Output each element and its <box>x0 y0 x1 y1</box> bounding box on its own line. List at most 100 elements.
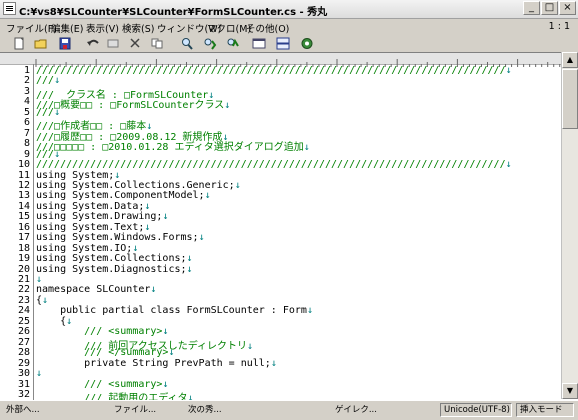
code-line[interactable]: ///↓ <box>36 149 60 160</box>
code-line[interactable]: using System.IO;↓ <box>36 243 138 254</box>
menu-macro[interactable]: マクロ(M) <box>207 21 251 35</box>
code-line[interactable]: {↓ <box>36 316 72 327</box>
code-text: public partial class FormSLCounter : For… <box>36 305 307 317</box>
new-file-icon[interactable] <box>12 37 26 50</box>
return-mark: ↓ <box>186 263 193 275</box>
line-number: 27 <box>17 336 30 348</box>
scroll-up-button[interactable]: ▲ <box>562 52 578 68</box>
return-mark: ↓ <box>54 106 61 118</box>
line-number: 6 <box>23 117 30 129</box>
code-text: using System; <box>36 169 115 181</box>
return-mark: ↓ <box>306 305 313 317</box>
code-line[interactable]: using System.Collections.Generic;↓ <box>36 180 241 191</box>
open-folder-icon[interactable] <box>34 37 48 50</box>
maximize-button[interactable]: □ <box>541 1 558 15</box>
code-line[interactable]: using System.Collections;↓ <box>36 253 193 264</box>
find-prev-icon[interactable] <box>226 37 240 50</box>
save-icon[interactable] <box>58 37 72 50</box>
code-line[interactable]: public partial class FormSLCounter : For… <box>36 305 313 316</box>
code-line[interactable]: namespace SLCounter↓ <box>36 284 156 295</box>
return-mark: ↓ <box>168 347 175 359</box>
code-text: using System.ComponentModel; <box>36 190 205 202</box>
status-grep[interactable]: ゲイレク... <box>335 403 377 415</box>
code-line[interactable]: using System.Text;↓ <box>36 222 150 233</box>
code-line[interactable]: ////////////////////////////////////////… <box>36 159 512 170</box>
line-number: 1 <box>23 65 30 76</box>
code-line[interactable]: using System.ComponentModel;↓ <box>36 190 211 201</box>
return-mark: ↓ <box>114 169 121 181</box>
menu-search[interactable]: 検索(S) <box>122 21 154 35</box>
minimize-button[interactable]: _ <box>523 1 540 15</box>
status-external[interactable]: 外部へ... <box>6 403 40 415</box>
code-line[interactable]: ///□概要□□ : □FormSLCounterクラス↓ <box>36 96 230 111</box>
close-button[interactable]: × <box>559 1 576 15</box>
redo-icon[interactable] <box>106 37 120 50</box>
code-line[interactable]: using System.Drawing;↓ <box>36 211 168 222</box>
cursor-position: 1 : 1 <box>548 21 570 32</box>
code-line[interactable]: private String PrevPath = null;↓ <box>36 358 277 369</box>
status-encoding[interactable]: Unicode(UTF-8) <box>440 403 512 417</box>
scroll-thumb[interactable] <box>562 69 578 129</box>
line-number: 15 <box>17 211 30 223</box>
find-icon[interactable] <box>180 37 194 50</box>
copy-icon[interactable] <box>150 37 164 50</box>
code-line[interactable]: /// <summary>↓ <box>36 379 168 390</box>
code-line[interactable]: using System;↓ <box>36 170 120 181</box>
code-line[interactable]: using System.Data;↓ <box>36 201 150 212</box>
undo-icon[interactable] <box>86 37 100 50</box>
code-text: ////////////////////////////////////////… <box>36 159 506 171</box>
code-text: /// <box>36 148 55 160</box>
settings-icon[interactable] <box>300 37 314 50</box>
code-line[interactable]: /// </summary>↓ <box>36 347 174 358</box>
return-mark: ↓ <box>162 378 169 390</box>
window-icon[interactable] <box>252 37 266 50</box>
return-mark: ↓ <box>204 190 211 202</box>
code-line[interactable]: ////////////////////////////////////////… <box>36 65 512 76</box>
code-text: using System.Drawing; <box>36 211 163 223</box>
line-number: 23 <box>17 294 30 306</box>
menu-edit[interactable]: 編集(E) <box>51 21 83 35</box>
code-line[interactable]: using System.Diagnostics;↓ <box>36 264 193 275</box>
scroll-down-button[interactable]: ▼ <box>562 383 578 399</box>
vertical-scrollbar[interactable]: ▲ ▼ <box>561 52 578 399</box>
return-mark: ↓ <box>132 242 139 254</box>
line-number: 4 <box>23 96 30 108</box>
column-ruler <box>0 53 578 67</box>
menu-other[interactable]: その他(O) <box>246 21 289 35</box>
return-mark: ↓ <box>270 357 277 369</box>
find-next-icon[interactable] <box>203 37 217 50</box>
status-next[interactable]: 次の秀... <box>188 403 222 415</box>
code-text: namespace SLCounter <box>36 284 151 296</box>
code-text: using System.Collections; <box>36 253 187 265</box>
code-line[interactable]: ///□□□□□ : □2010.01.28 エディタ選択ダイアログ追加↓ <box>36 138 310 153</box>
code-text: ////////////////////////////////////////… <box>36 65 506 76</box>
status-file[interactable]: ファイル... <box>114 403 156 415</box>
code-text: /// <summary> <box>36 378 163 390</box>
editor-area[interactable]: 1///////////////////////////////////////… <box>0 52 578 404</box>
return-mark: ↓ <box>198 232 205 244</box>
line-number: 20 <box>17 263 30 275</box>
split-window-icon[interactable] <box>276 37 290 50</box>
code-line[interactable]: ///↓ <box>36 75 60 86</box>
return-mark: ↓ <box>42 294 49 306</box>
code-text: /// <box>36 75 55 87</box>
code-text: ///□□□□□ : □2010.01.28 エディタ選択ダイアログ追加 <box>36 142 304 154</box>
menu-file[interactable]: ファイル(F) <box>6 21 57 35</box>
cut-icon[interactable] <box>128 37 142 50</box>
return-mark: ↓ <box>247 340 254 352</box>
menu-view[interactable]: 表示(V) <box>86 21 119 35</box>
code-line[interactable]: ↓ <box>36 368 42 379</box>
code-text: /// <summary> <box>36 326 163 338</box>
return-mark: ↓ <box>54 148 61 160</box>
code-line[interactable]: ///↓ <box>36 107 60 118</box>
code-line[interactable]: {↓ <box>36 295 48 306</box>
status-mode[interactable]: 挿入モード <box>516 403 574 417</box>
return-mark: ↓ <box>186 253 193 265</box>
line-number: 9 <box>23 148 30 160</box>
code-line[interactable]: /// <summary>↓ <box>36 326 168 337</box>
return-mark: ↓ <box>36 274 43 285</box>
code-line[interactable]: using System.Windows.Forms;↓ <box>36 232 205 243</box>
gutter-separator <box>33 64 34 400</box>
return-mark: ↓ <box>162 211 169 223</box>
code-line[interactable]: ↓ <box>36 274 42 285</box>
